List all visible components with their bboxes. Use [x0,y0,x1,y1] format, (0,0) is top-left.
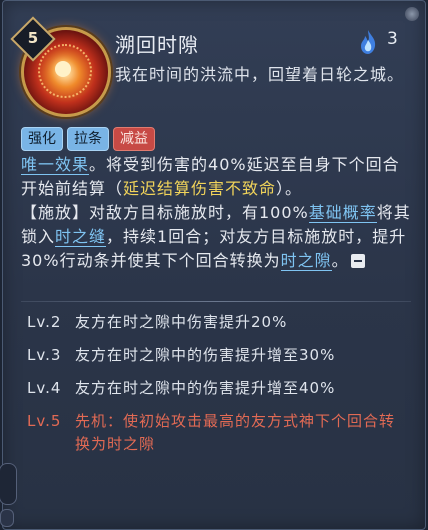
skill-tooltip-panel: 5 溯回时隙 3 我在时间的洪流中，回望着日轮之城。 强化 拉条 减益 唯一效果… [0,0,426,530]
desc-text-2d: 。 [331,251,349,270]
side-knob-icon [0,509,14,527]
level-label: Lv.5 [27,412,62,430]
skill-name: 溯回时隙 [115,33,199,57]
desc-text-2a: 【施放】对敌方目标施放时，有100% [21,203,309,222]
side-handle-icon [0,463,17,505]
level-effect: 友方在时之隙中的伤害提升增至40% [75,379,336,397]
level-row-2: Lv.2 友方在时之隙中伤害提升20% [27,311,407,334]
level-row-5: Lv.5 先机：使初始攻击最高的友方式神下个回合转换为时之隙 [27,410,407,456]
level-label: Lv.4 [27,379,62,397]
keyword-base-chance[interactable]: 基础概率 [308,203,377,223]
desc-text-nonlethal: 延迟结算伤害不致命 [123,179,277,198]
level-effect: 友方在时之隙中伤害提升20% [75,313,288,331]
level-label: Lv.3 [27,346,62,364]
tag-buff: 强化 [21,127,63,151]
level-label: Lv.2 [27,313,62,331]
tag-list: 强化 拉条 减益 [21,127,155,151]
corner-ornament-icon [405,7,419,21]
desc-text-1c: ）。 [276,179,303,198]
tag-pull: 拉条 [67,127,109,151]
level-effect: 先机：使初始攻击最高的友方式神下个回合转换为时之隙 [75,412,396,453]
divider [21,301,411,302]
flavor-text: 我在时间的洪流中，回望着日轮之城。 [115,65,405,84]
level-effect: 友方在时之隙中的伤害提升增至30% [75,346,336,364]
onibi-cost-count: 3 [387,29,398,49]
skill-icon-core [55,61,71,77]
tag-debuff: 减益 [113,127,155,151]
keyword-time-gap[interactable]: 时之隙 [280,251,332,271]
collapse-icon[interactable] [350,254,365,268]
cost-value: 5 [27,29,39,47]
keyword-unique-effect[interactable]: 唯一效果 [21,155,90,175]
level-row-3: Lv.3 友方在时之隙中的伤害提升增至30% [27,344,407,367]
level-row-4: Lv.4 友方在时之隙中的伤害提升增至40% [27,377,407,400]
onibi-flame-icon [361,30,376,54]
keyword-time-seam[interactable]: 时之缝 [55,227,107,247]
skill-description: 唯一效果。将受到伤害的40%延迟至自身下个回合开始前结算（延迟结算伤害不致命）。… [21,153,413,273]
